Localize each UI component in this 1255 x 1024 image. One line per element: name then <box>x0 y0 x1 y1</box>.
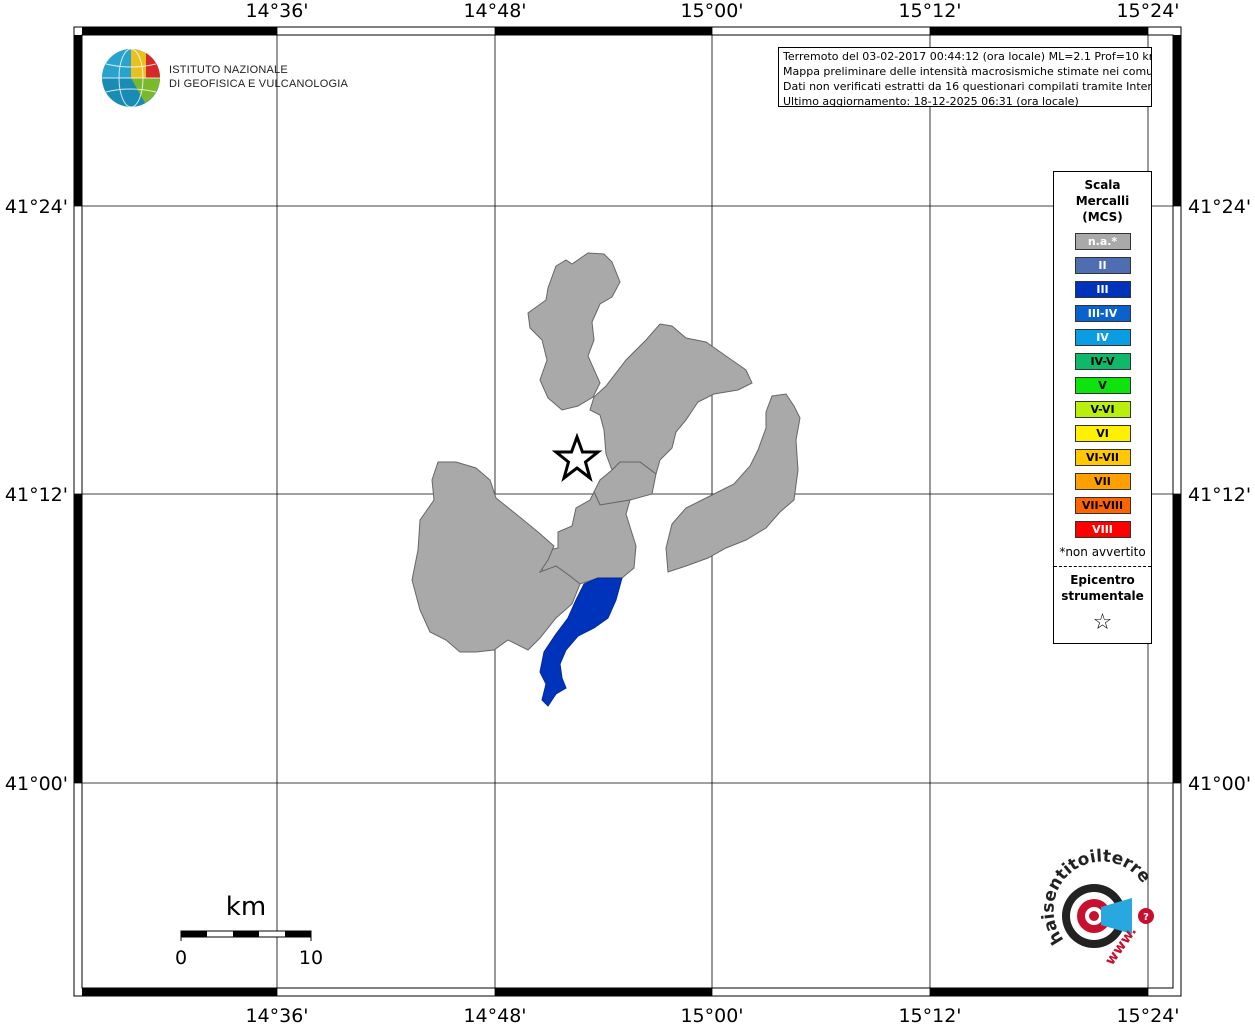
lon-label-bottom: 15°00' <box>680 1005 743 1024</box>
lat-label-left: 41°00' <box>5 773 68 795</box>
lat-label-right: 41°12' <box>1188 484 1251 506</box>
legend-item-swatch: IV <box>1074 329 1131 346</box>
lon-label-bottom: 14°36' <box>245 1005 308 1024</box>
latitude-labels-right: 41°24' 41°12' 41°00' <box>1188 196 1251 795</box>
legend-epicenter-line: strumentale <box>1061 589 1144 603</box>
longitude-labels-top: 14°36' 14°48' 15°00' 15°12' 15°24' <box>245 0 1179 22</box>
longitude-labels-bottom: 14°36' 14°48' 15°00' 15°12' 15°24' <box>245 1005 1179 1024</box>
lon-label-bottom: 14°48' <box>463 1005 526 1024</box>
map-frame <box>73 26 1182 997</box>
lon-label-top: 15°00' <box>680 0 743 22</box>
lon-label-bottom: 15°24' <box>1116 1005 1179 1024</box>
lon-label-bottom: 15°12' <box>898 1005 961 1024</box>
legend-title-line: Scala <box>1084 178 1121 192</box>
legend-item-swatch: V-VI <box>1074 401 1131 418</box>
legend-item-swatch: III <box>1074 281 1131 298</box>
intensity-legend: Scala Mercalli (MCS) n.a.* II III III-IV IV I… <box>1053 171 1152 644</box>
ingv-logo-text: ISTITUTO NAZIONALE DI GEOFISICA E VULCAN… <box>169 63 348 91</box>
legend-item-swatch: III-IV <box>1074 305 1131 322</box>
legend-note: *non avvertito <box>1059 545 1146 559</box>
scale-unit-label: km <box>226 892 266 922</box>
lon-label-top: 14°48' <box>463 0 526 22</box>
event-info-box: Terremoto del 03-02-2017 00:44:12 (ora l… <box>778 47 1152 107</box>
legend-item-swatch: V <box>1074 377 1131 394</box>
info-line: Ultimo aggiornamento: 18-12-2025 06:31 (… <box>783 95 1079 107</box>
legend-divider <box>1054 566 1151 567</box>
legend-epicenter-line: Epicentro <box>1070 573 1135 587</box>
lat-label-left: 41°12' <box>5 484 68 506</box>
lon-label-top: 15°24' <box>1116 0 1179 22</box>
lon-label-top: 14°36' <box>245 0 308 22</box>
legend-title: Scala Mercalli (MCS) <box>1054 177 1151 225</box>
legend-item-swatch: VI <box>1074 425 1131 442</box>
info-line: Mappa preliminare delle intensità macros… <box>783 65 1152 78</box>
latitude-labels-left: 41°24' 41°12' 41°00' <box>5 196 68 795</box>
ingv-logo-icon <box>102 48 161 108</box>
lon-label-top: 15°12' <box>898 0 961 22</box>
legend-item-swatch: VI-VII <box>1074 449 1131 466</box>
ingv-logo-line2: DI GEOFISICA E VULCANOLOGIA <box>169 78 348 90</box>
legend-title-line: Mercalli <box>1075 194 1130 208</box>
lat-label-right: 41°24' <box>1188 196 1251 218</box>
legend-item-swatch: VII-VIII <box>1074 497 1131 514</box>
legend-title-line: (MCS) <box>1082 210 1123 224</box>
lat-label-right: 41°00' <box>1188 773 1251 795</box>
legend-item-swatch: IV-V <box>1074 353 1131 370</box>
legend-item-swatch: VII <box>1074 473 1131 490</box>
legend-items: n.a.* II III III-IV IV IV-V V V-VI VI VI-VII VII VI… <box>1054 233 1151 538</box>
scale-start-label: 0 <box>175 947 187 969</box>
info-line: Terremoto del 03-02-2017 00:44:12 (ora l… <box>783 50 1152 63</box>
ingv-logo-line1: ISTITUTO NAZIONALE <box>169 64 288 76</box>
scale-end-label: 10 <box>299 947 323 969</box>
legend-item-swatch: n.a.* <box>1074 233 1131 250</box>
info-line: Dati non verificati estratti da 16 quest… <box>783 80 1152 93</box>
legend-item-swatch: II <box>1074 257 1131 274</box>
lat-label-left: 41°24' <box>5 196 68 218</box>
legend-star-icon: ☆ <box>1092 610 1113 635</box>
legend-epicenter-title: Epicentro strumentale <box>1054 572 1151 604</box>
svg-text:?: ? <box>1143 912 1149 923</box>
legend-item-swatch: VIII <box>1074 521 1131 538</box>
